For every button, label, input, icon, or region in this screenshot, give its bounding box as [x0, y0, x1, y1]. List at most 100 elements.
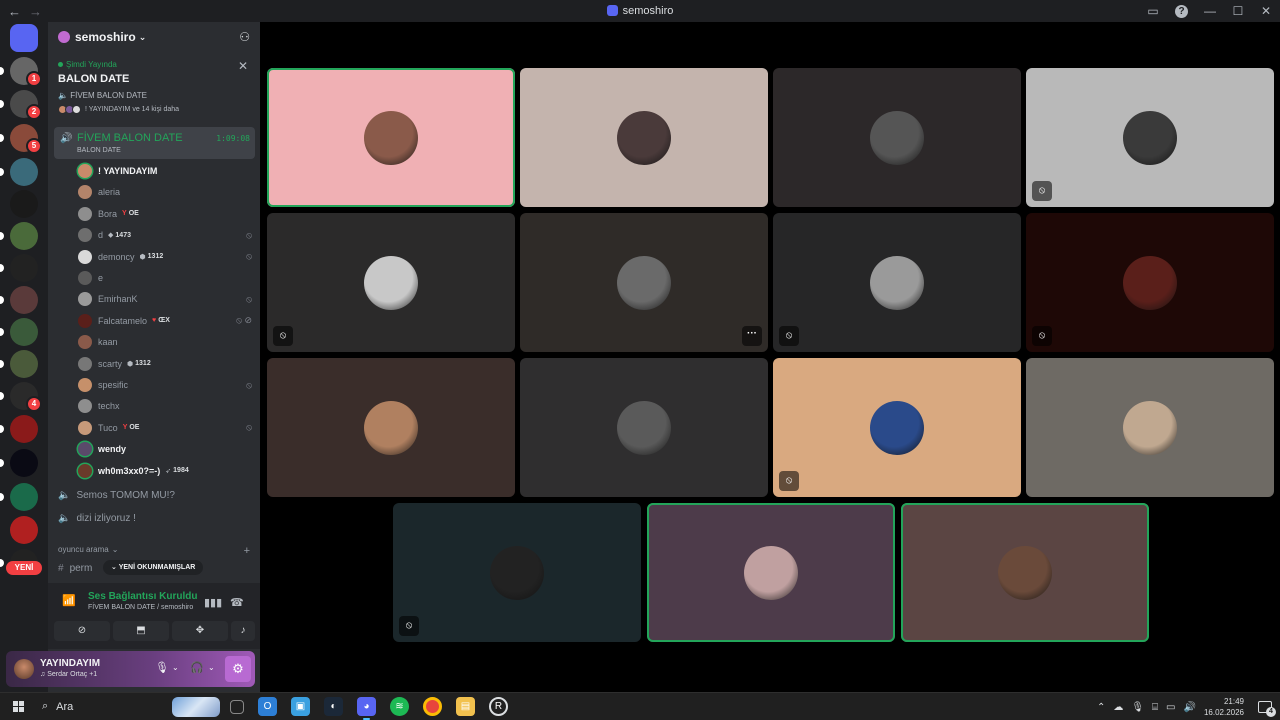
voice-member[interactable]: spesific ⦸: [78, 375, 252, 395]
clock[interactable]: 21:49 16.02.2026: [1204, 696, 1244, 718]
discord-icon[interactable]: ◕: [357, 697, 376, 720]
inbox-icon[interactable]: ▭: [1139, 4, 1167, 18]
server-icon[interactable]: [10, 516, 38, 544]
voice-member[interactable]: techx: [78, 396, 252, 416]
participant-tile[interactable]: [901, 503, 1149, 642]
voice-member[interactable]: EmirhanK ⦸: [78, 289, 252, 309]
live-event-card[interactable]: Şimdi Yayında ✕ BALON DATE 🔈 FİVEM BALON…: [48, 52, 260, 127]
new-unreads-pill[interactable]: ⌄ YENİ OKUNMAMIŞLAR: [103, 560, 204, 575]
windows-start-icon[interactable]: [0, 701, 36, 712]
chevron-down-icon[interactable]: ⌄: [208, 663, 215, 672]
participant-tile[interactable]: ⦸: [1026, 213, 1274, 352]
camera-off-icon: ⊘: [77, 625, 87, 636]
soundboard-button[interactable]: ♪: [231, 621, 255, 641]
screen-share-button[interactable]: ⬒: [113, 621, 169, 641]
taskbar-search[interactable]: ⌕ Ara: [36, 696, 226, 718]
server-icon[interactable]: [10, 286, 38, 314]
volume-icon[interactable]: 🔊: [1184, 702, 1196, 713]
disconnect-icon[interactable]: ☎: [230, 596, 244, 609]
close-icon[interactable]: ✕: [238, 59, 248, 73]
participant-tile[interactable]: ⦸: [393, 503, 641, 642]
server-icon[interactable]: [10, 449, 38, 477]
rockstar-launcher-icon[interactable]: R: [489, 697, 508, 716]
add-member-icon[interactable]: ⚇: [239, 30, 250, 44]
close-window-button[interactable]: ✕: [1252, 4, 1280, 18]
noise-suppression-icon[interactable]: ▮▮▮: [204, 596, 222, 609]
minimize-button[interactable]: —: [1196, 4, 1224, 18]
spotify-icon[interactable]: ≋: [390, 697, 409, 716]
voice-member[interactable]: Bora Y OE: [78, 204, 252, 224]
help-icon[interactable]: ?: [1175, 4, 1188, 18]
store-icon[interactable]: ▣: [291, 697, 310, 716]
voice-member[interactable]: ! YAYINDAYIM: [78, 161, 252, 181]
voice-member[interactable]: kaan: [78, 332, 252, 352]
chrome-icon[interactable]: [423, 697, 442, 716]
server-icon[interactable]: [10, 483, 38, 511]
back-arrow-icon[interactable]: ←: [8, 4, 21, 19]
guild-header[interactable]: semoshiro ⌄ ⚇: [48, 22, 260, 52]
battery-icon[interactable]: ▭: [1166, 702, 1175, 713]
username[interactable]: YAYINDAYIM: [40, 658, 100, 669]
participant-tile[interactable]: ⦸: [1026, 68, 1274, 207]
voice-channel-item[interactable]: 🔈 dizi izliyoruz !: [58, 513, 136, 524]
voice-member[interactable]: wh0m3xx0?=-) ➶ 1984: [78, 461, 252, 481]
steam-icon[interactable]: ◐: [324, 697, 343, 716]
avatar: [744, 545, 798, 600]
notification-icon[interactable]: 4: [1258, 701, 1276, 717]
voice-channel-item[interactable]: 🔈 Semos TOMOM MU!?: [58, 490, 175, 501]
activities-button[interactable]: ✥: [172, 621, 228, 641]
server-icon[interactable]: [10, 415, 38, 443]
text-channel-item[interactable]: # perm: [58, 563, 92, 574]
voice-member[interactable]: aleria: [78, 182, 252, 202]
server-icon[interactable]: [10, 222, 38, 250]
headphones-icon[interactable]: 🎧: [190, 661, 204, 674]
forward-arrow-icon[interactable]: →: [29, 4, 42, 19]
voice-member[interactable]: e: [78, 268, 252, 288]
server-icon[interactable]: [10, 190, 38, 218]
participant-tile[interactable]: ⦸: [773, 213, 1021, 352]
voice-member[interactable]: demoncy ⬢ 1312 ⦸: [78, 247, 252, 267]
microphone-icon[interactable]: 🎙: [155, 661, 169, 674]
participant-tile[interactable]: [647, 503, 895, 642]
chevron-down-icon[interactable]: ⌄: [172, 663, 179, 672]
cloud-icon[interactable]: ☁: [1113, 702, 1123, 713]
voice-status-subtitle[interactable]: FİVEM BALON DATE / semoshiro: [88, 604, 193, 611]
add-channel-icon[interactable]: +: [244, 545, 250, 557]
participant-tile[interactable]: [267, 68, 515, 207]
maximize-button[interactable]: ☐: [1224, 4, 1252, 18]
voice-member[interactable]: Tuco Y OE ⦸: [78, 418, 252, 438]
avatar[interactable]: [14, 659, 34, 679]
microphone-tray-icon[interactable]: 🎙: [1131, 702, 1144, 713]
file-explorer-icon[interactable]: ▤: [456, 697, 475, 716]
new-servers-badge[interactable]: YENİ: [6, 561, 42, 575]
participant-tile[interactable]: ···: [520, 213, 768, 352]
server-icon[interactable]: [10, 158, 38, 186]
more-options-icon[interactable]: ···: [742, 326, 762, 346]
chevron-up-icon[interactable]: ⌃: [1097, 702, 1105, 713]
voice-member[interactable]: d ◆ 1473 ⦸: [78, 225, 252, 245]
discord-home-icon[interactable]: [10, 24, 38, 52]
active-voice-channel[interactable]: 🔊 FİVEM BALON DATE 1:09:08 BALON DATE: [54, 127, 255, 159]
participant-tile[interactable]: [773, 68, 1021, 207]
camera-toggle-button[interactable]: ⊘: [54, 621, 110, 641]
search-label: Ara: [56, 700, 74, 713]
gear-icon[interactable]: ⚙: [225, 656, 251, 682]
participant-tile[interactable]: [267, 358, 515, 497]
participant-tile[interactable]: [1026, 358, 1274, 497]
outlook-icon[interactable]: O: [258, 697, 277, 716]
voice-member[interactable]: scarty ⬢ 1312: [78, 354, 252, 374]
participant-tile[interactable]: [520, 358, 768, 497]
server-icon[interactable]: [10, 350, 38, 378]
server-icon[interactable]: [10, 318, 38, 346]
participant-tile[interactable]: ⦸: [267, 213, 515, 352]
task-view-icon[interactable]: [230, 699, 244, 714]
voice-status-title[interactable]: Ses Bağlantısı Kuruldu: [88, 591, 197, 602]
screen-share-icon: ⬒: [136, 625, 146, 636]
network-icon[interactable]: ⌸: [1152, 702, 1158, 713]
participant-tile[interactable]: [520, 68, 768, 207]
server-icon[interactable]: [10, 254, 38, 282]
voice-member[interactable]: wendy: [78, 439, 252, 459]
participant-tile[interactable]: ⦸: [773, 358, 1021, 497]
voice-member[interactable]: Falcatamelo ♥ ŒX ⦸ ⊘: [78, 311, 252, 331]
category-header[interactable]: oyuncu arama ⌄ +: [58, 545, 250, 557]
